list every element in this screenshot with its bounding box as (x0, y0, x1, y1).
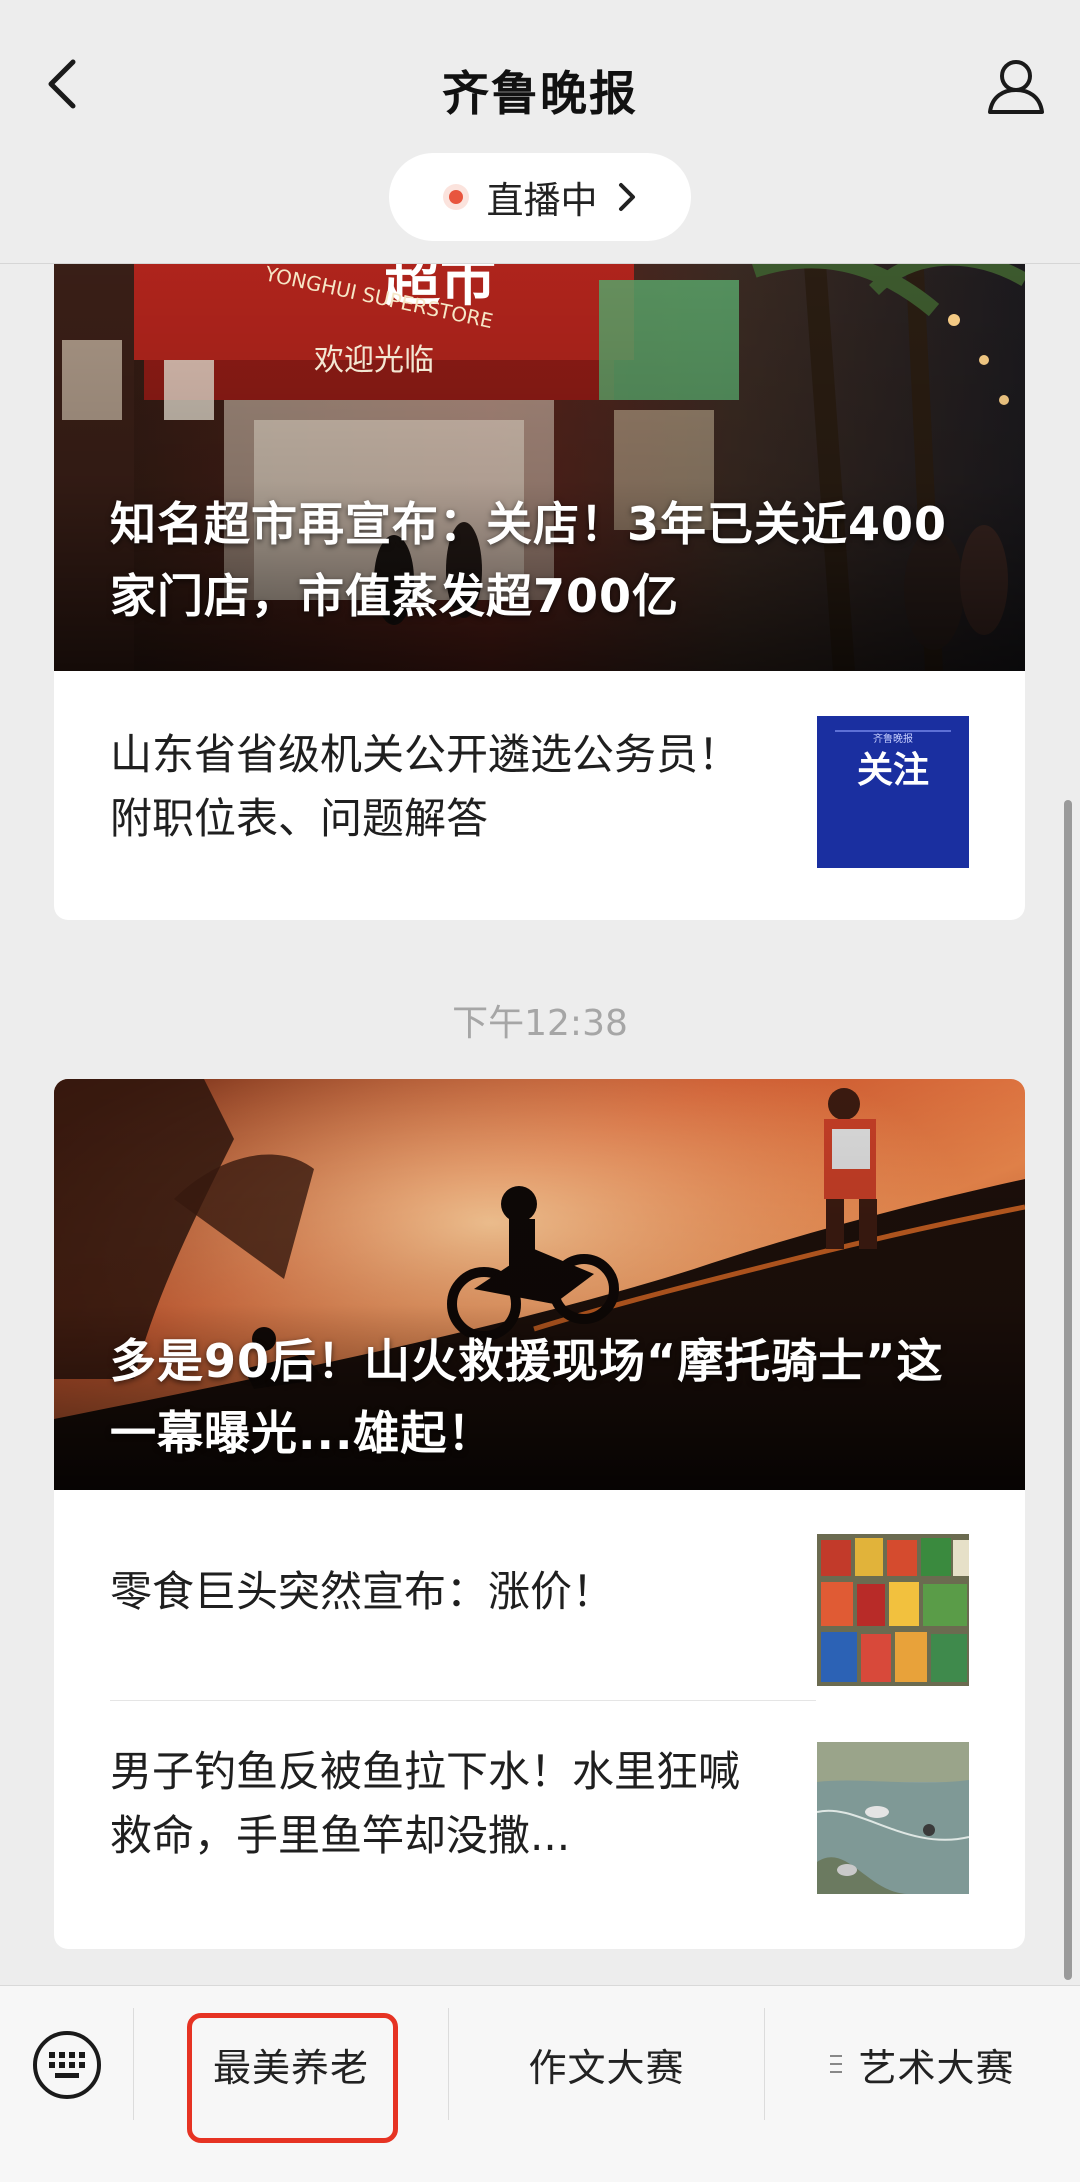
feed-scrollbar[interactable] (1064, 800, 1072, 1980)
hero-welcome-text: 欢迎光临 (314, 343, 434, 378)
fishing-thumbnail-image (817, 1742, 969, 1894)
thumbnail-small-text: 齐鲁晚报 (873, 732, 913, 745)
keyboard-icon (33, 2031, 101, 2099)
page-title: 齐鲁晚报 (442, 67, 638, 122)
article-card-group: 超市 YONGHUI SUPERSTORE 欢迎光临 知名超市再宣布：关店！3年… (54, 264, 1025, 920)
menu-item-essay-contest[interactable]: 作文大赛 (449, 2006, 764, 2122)
article-title: 零食巨头突然宣布：涨价！ (110, 1567, 615, 1616)
article-title: 山东省省级机关公开遴选公务员！附职位表、问题解答 (110, 730, 741, 843)
bottom-menu-bar: 最美养老 作文大赛 艺术大赛 (0, 1985, 1080, 2182)
live-indicator-dot (442, 184, 469, 210)
hero-article[interactable]: 超市 YONGHUI SUPERSTORE 欢迎光临 知名超市再宣布：关店！3年… (54, 264, 1025, 671)
menu-item-label: 艺术大赛 (858, 2045, 1015, 2090)
top-nav-bar: 齐鲁晚报 直播中 (0, 0, 1080, 264)
article-row[interactable]: 零食巨头突然宣布：涨价！ (54, 1490, 1025, 1700)
follow-thumbnail-image: 齐鲁晚报 关注 (817, 716, 969, 868)
menu-item-art-contest[interactable]: 艺术大赛 (765, 2006, 1080, 2122)
article-row[interactable]: 山东省省级机关公开遴选公务员！附职位表、问题解答 齐鲁晚报 关注 (54, 671, 1025, 920)
article-thumbnail (817, 1742, 969, 1894)
hero-caption: 多是90后！山火救援现场“摩托骑士”这一幕曝光...雄起！ (110, 1334, 944, 1460)
chevron-right-icon (618, 183, 635, 211)
back-button[interactable] (30, 52, 94, 116)
article-title: 男子钓鱼反被鱼拉下水！水里狂喊救命，手里鱼竿却没撒... (110, 1747, 741, 1860)
hero-caption: 知名超市再宣布：关店！3年已关近400家门店，市值蒸发超700亿 (110, 497, 948, 623)
article-card-group: 多是90后！山火救援现场“摩托骑士”这一幕曝光...雄起！ 零食巨头突然宣布：涨… (54, 1079, 1025, 1949)
message-timestamp: 下午12:38 (452, 1003, 628, 1044)
menu-item-best-elderly-care[interactable]: 最美养老 (134, 2006, 448, 2143)
article-thumbnail: 齐鲁晚报 关注 (817, 716, 969, 868)
submenu-lines-icon (830, 2055, 843, 2073)
keyboard-toggle-button[interactable] (30, 2028, 104, 2102)
article-feed[interactable]: 超市 YONGHUI SUPERSTORE 欢迎光临 知名超市再宣布：关店！3年… (0, 264, 1080, 1984)
article-row[interactable]: 男子钓鱼反被鱼拉下水！水里狂喊救命，手里鱼竿却没撒... (54, 1700, 1025, 1949)
thumbnail-follow-text: 关注 (857, 750, 929, 791)
article-thumbnail (817, 1534, 969, 1686)
profile-button[interactable] (982, 52, 1050, 120)
user-profile-icon (988, 60, 1044, 114)
live-label: 直播中 (486, 179, 598, 222)
menu-item-label: 作文大赛 (528, 2045, 685, 2090)
hero-article[interactable]: 多是90后！山火救援现场“摩托骑士”这一幕曝光...雄起！ (54, 1079, 1025, 1490)
snacks-thumbnail-image (817, 1534, 969, 1686)
back-arrow-icon (48, 59, 76, 109)
live-status-button[interactable]: 直播中 (389, 153, 691, 241)
highlight-box (187, 2013, 398, 2143)
